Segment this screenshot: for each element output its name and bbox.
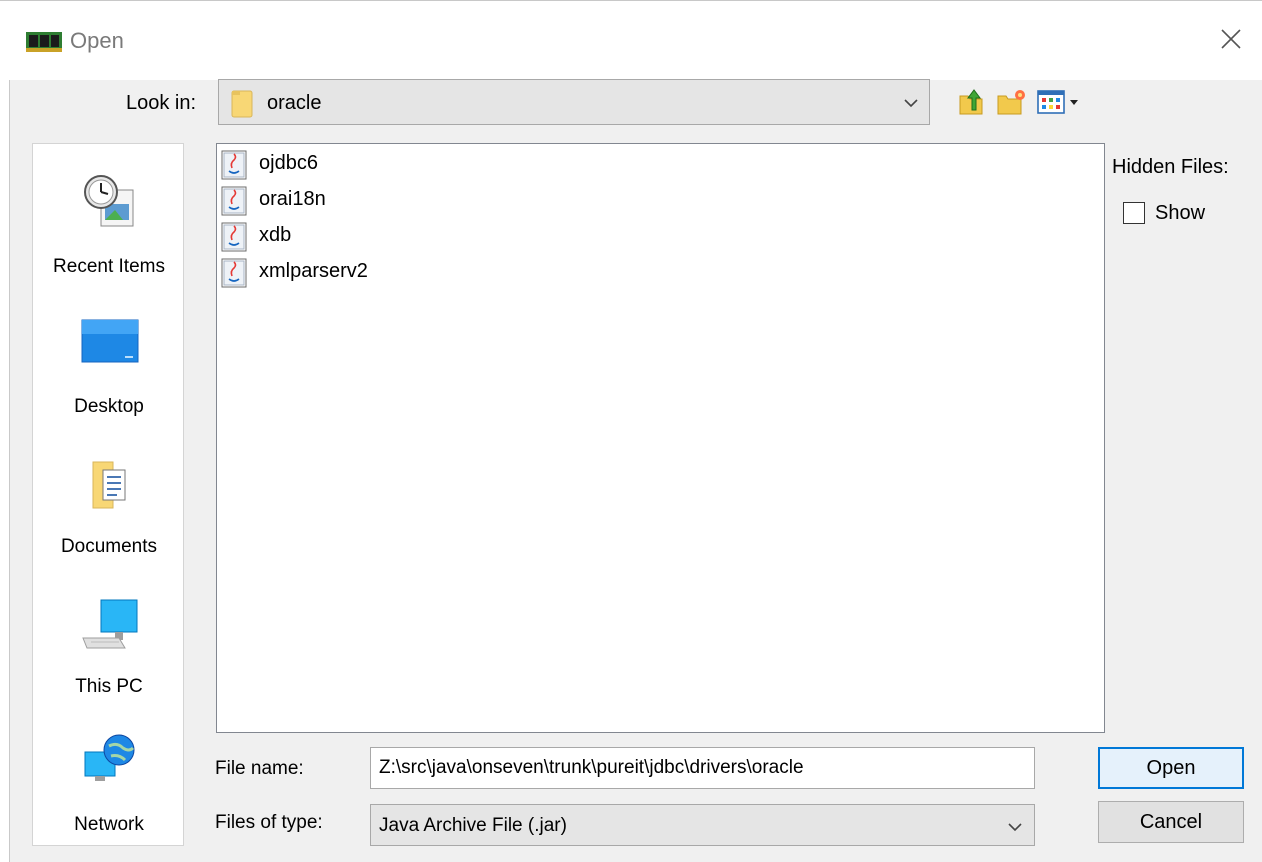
place-label: Recent Items xyxy=(53,256,165,277)
desktop-icon xyxy=(81,319,139,363)
file-name: orai18n xyxy=(259,188,326,210)
place-label: This PC xyxy=(75,676,143,697)
place-documents[interactable]: Documents xyxy=(33,444,185,584)
up-one-level-icon[interactable] xyxy=(954,86,986,118)
places-sidebar: Recent Items Desktop Documents This PC N… xyxy=(32,143,184,846)
place-desktop[interactable]: Desktop xyxy=(33,304,185,444)
jar-file-icon xyxy=(221,150,247,180)
app-icon xyxy=(26,32,62,52)
close-icon[interactable] xyxy=(1215,23,1247,55)
view-menu-icon[interactable] xyxy=(1036,86,1084,118)
new-folder-icon[interactable] xyxy=(995,86,1027,118)
folder-icon xyxy=(231,90,253,118)
place-this-pc[interactable]: This PC xyxy=(33,584,185,724)
open-button[interactable]: Open xyxy=(1098,747,1244,789)
show-hidden-label[interactable]: Show xyxy=(1155,202,1205,225)
file-name: xdb xyxy=(259,224,292,246)
file-type-combo[interactable]: Java Archive File (.jar) xyxy=(370,804,1035,846)
file-name-label: File name: xyxy=(215,758,304,779)
look-in-value: oracle xyxy=(267,92,322,114)
file-name: xmlparserv2 xyxy=(259,260,368,282)
jar-file-icon xyxy=(221,258,247,288)
show-hidden-checkbox[interactable] xyxy=(1123,202,1145,224)
chevron-down-icon xyxy=(904,99,918,108)
place-label: Desktop xyxy=(74,396,144,417)
place-network[interactable]: Network xyxy=(33,722,185,862)
look-in-combo[interactable]: oracle xyxy=(218,79,930,125)
network-icon xyxy=(84,734,135,781)
recent-items-icon xyxy=(84,175,134,227)
title-bar: Open xyxy=(0,0,1262,81)
file-type-value: Java Archive File (.jar) xyxy=(379,815,567,836)
window-title: Open xyxy=(70,28,124,53)
place-label: Documents xyxy=(60,536,158,557)
file-name-input[interactable] xyxy=(370,747,1035,789)
place-recent-items[interactable]: Recent Items xyxy=(33,164,185,304)
file-name: ojdbc6 xyxy=(259,152,318,174)
computer-icon xyxy=(82,599,138,649)
file-list[interactable]: ojdbc6 orai18n xdb xmlparserv2 xyxy=(216,143,1105,733)
documents-icon xyxy=(92,461,126,509)
jar-file-icon xyxy=(221,222,247,252)
chevron-down-icon xyxy=(1008,823,1022,832)
look-in-label: Look in: xyxy=(126,92,197,114)
jar-file-icon xyxy=(221,186,247,216)
cancel-button[interactable]: Cancel xyxy=(1098,801,1244,843)
hidden-files-label: Hidden Files: xyxy=(1112,156,1229,178)
file-type-label: Files of type: xyxy=(215,812,323,833)
place-label: Network xyxy=(74,814,144,835)
